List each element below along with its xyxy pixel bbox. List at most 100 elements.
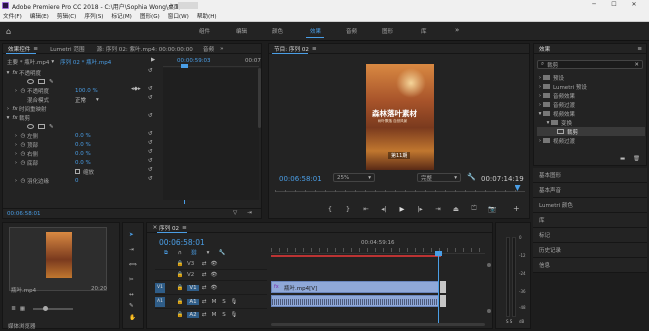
add-button-icon[interactable]: + [513, 204, 520, 213]
menu-file[interactable]: 文件(F) [3, 12, 22, 20]
clear-search-icon[interactable]: ✕ [634, 62, 639, 68]
property-value[interactable]: 0.0 % [75, 151, 91, 157]
lock-icon[interactable]: 🔒 [175, 285, 185, 291]
go-to-out-icon[interactable]: ⇥ [429, 205, 447, 213]
icon-view-icon[interactable]: ▦ [18, 306, 27, 312]
source-patch-a1[interactable]: A1 [155, 296, 165, 307]
clip-name[interactable]: 瓶叶.mp4 [11, 286, 36, 294]
pen-mask-icon[interactable]: ✎ [49, 79, 54, 85]
ellipse-mask-icon[interactable] [27, 124, 34, 129]
tab-lumetri-scopes[interactable]: Lumetri 范围 [50, 45, 84, 53]
minimize-icon[interactable]: ─ [588, 1, 600, 8]
more-workspaces-icon[interactable]: » [455, 26, 459, 34]
scrollbar[interactable] [258, 68, 261, 128]
reset-icon[interactable]: ↺ [148, 95, 153, 101]
menu-graphics[interactable]: 图形(G) [140, 12, 160, 20]
timeline-timecode[interactable]: 00:06:58:01 [159, 238, 205, 247]
video-frame[interactable]: 森林落叶素材 树叶飘落 自然风景 第11期 [366, 64, 434, 170]
timeline-vscroll[interactable] [487, 259, 491, 319]
tree-item[interactable]: › 音频效果 [537, 91, 645, 100]
snap-icon[interactable]: ∩ [173, 250, 187, 256]
sync-lock-icon[interactable]: ⇄ [199, 261, 209, 267]
play-clip-icon[interactable]: ▶ [151, 57, 155, 63]
master-clip-label[interactable]: 主要 * 瓶叶.mp4 [7, 58, 49, 66]
menu-edit[interactable]: 编辑(E) [30, 12, 49, 20]
lock-icon[interactable]: 🔒 [175, 299, 185, 305]
microphone-icon[interactable]: 🎙 [229, 312, 239, 318]
panel-menu-icon[interactable]: ≡ [312, 46, 317, 52]
reset-icon[interactable]: ↺ [148, 68, 153, 74]
ripple-edit-tool-icon[interactable]: ⟺ [129, 262, 137, 268]
mute-icon[interactable]: M [209, 312, 219, 318]
play-icon[interactable]: ▶ [393, 205, 411, 213]
reset-icon[interactable]: ↺ [148, 140, 153, 146]
reset-icon[interactable]: ↺ [148, 167, 153, 173]
list-view-icon[interactable]: ≣ [9, 306, 18, 312]
extract-icon[interactable]: ⏍ [465, 204, 483, 213]
maximize-icon[interactable]: ☐ [608, 1, 620, 8]
tree-item[interactable]: ▾ 变换 [537, 118, 645, 127]
reset-icon[interactable]: ↺ [148, 131, 153, 137]
pen-tool-icon[interactable]: ✎ [129, 303, 134, 309]
step-forward-icon[interactable]: |▸ [411, 205, 429, 213]
workspace-tab-effects[interactable]: 效果 [310, 27, 321, 35]
lock-icon[interactable]: 🔒 [175, 312, 185, 318]
workspace-tab-editing[interactable]: 编辑 [236, 27, 247, 35]
workspace-tab-assembly[interactable]: 组件 [199, 27, 210, 35]
menu-sequence[interactable]: 序列(S) [84, 12, 103, 20]
solo-icon[interactable]: S [219, 299, 229, 305]
timeline-playhead-handle[interactable] [435, 251, 443, 256]
lift-icon[interactable]: ⏏ [447, 205, 465, 213]
microphone-icon[interactable]: 🎙 [229, 299, 239, 305]
panel-menu-icon[interactable]: ≡ [33, 46, 38, 52]
tab-program[interactable]: 节目: 序列 02 [274, 45, 309, 53]
solo-meter-icon[interactable]: S S [506, 319, 512, 324]
video-clip-tail[interactable] [440, 281, 446, 293]
menu-marker[interactable]: 标记(M) [111, 12, 131, 20]
timeline-hscroll[interactable] [271, 323, 485, 326]
stopwatch-icon[interactable]: ◷ [19, 151, 27, 157]
section-history[interactable]: 历史记录 [533, 243, 647, 258]
video-clip[interactable]: fx 瓶叶.mp4[V] [271, 281, 439, 293]
audio-clip[interactable] [271, 295, 439, 307]
workspace-tab-graphics[interactable]: 图形 [382, 27, 393, 35]
eye-icon[interactable]: 👁 [209, 261, 219, 267]
media-browser-tab[interactable]: 媒体浏览器 [8, 322, 36, 330]
menu-clip[interactable]: 剪辑(C) [57, 12, 76, 20]
linked-selection-icon[interactable]: ⛓ [187, 250, 201, 256]
stopwatch-icon[interactable]: ◷ [19, 178, 27, 184]
panel-menu-icon[interactable]: ≡ [182, 225, 187, 231]
workspace-tab-libraries[interactable]: 库 [421, 27, 427, 35]
reset-icon[interactable]: ↺ [148, 158, 153, 164]
rect-mask-icon[interactable] [38, 124, 45, 129]
mark-in-icon[interactable]: { [321, 205, 339, 213]
stopwatch-icon[interactable]: ◷ [19, 142, 27, 148]
tree-item[interactable]: › Lumetri 预设 [537, 82, 645, 91]
slip-tool-icon[interactable]: ↔ [129, 292, 134, 298]
property-value[interactable]: 0.0 % [75, 142, 91, 148]
lock-icon[interactable]: 🔒 [175, 261, 185, 267]
tree-item[interactable]: ▾ 视频效果 [537, 109, 645, 118]
ellipse-mask-icon[interactable] [27, 79, 34, 84]
reset-icon[interactable]: ↺ [148, 86, 153, 92]
section-info[interactable]: 信息 [533, 258, 647, 273]
tree-item[interactable]: › 音频过渡 [537, 100, 645, 109]
reset-icon[interactable]: ↺ [148, 113, 153, 119]
timeline-settings-icon[interactable]: 🔧 [215, 250, 229, 256]
reset-icon[interactable]: ↺ [148, 149, 153, 155]
tab-audio-mixer[interactable]: 音频 [203, 45, 214, 53]
property-value[interactable]: 0.0 % [75, 160, 91, 166]
eye-icon[interactable]: 👁 [209, 285, 219, 291]
section-libraries[interactable]: 库 [533, 213, 647, 228]
zoom-slider[interactable] [33, 306, 73, 311]
section-essential-sound[interactable]: 基本声音 [533, 183, 647, 198]
zoom-checkbox[interactable] [75, 169, 80, 174]
source-patch-v1[interactable]: V1 [155, 282, 165, 293]
chevron-down-icon[interactable]: ▾ [96, 97, 99, 103]
blend-mode-select[interactable]: 正常 [75, 96, 86, 104]
solo-icon[interactable]: S [219, 312, 229, 318]
sync-lock-icon[interactable]: ⇄ [199, 299, 209, 305]
section-lumetri-color[interactable]: Lumetri 颜色 [533, 198, 647, 213]
fx-icon[interactable]: fx [11, 106, 19, 112]
tree-item-selected[interactable]: 裁剪 [537, 127, 645, 136]
